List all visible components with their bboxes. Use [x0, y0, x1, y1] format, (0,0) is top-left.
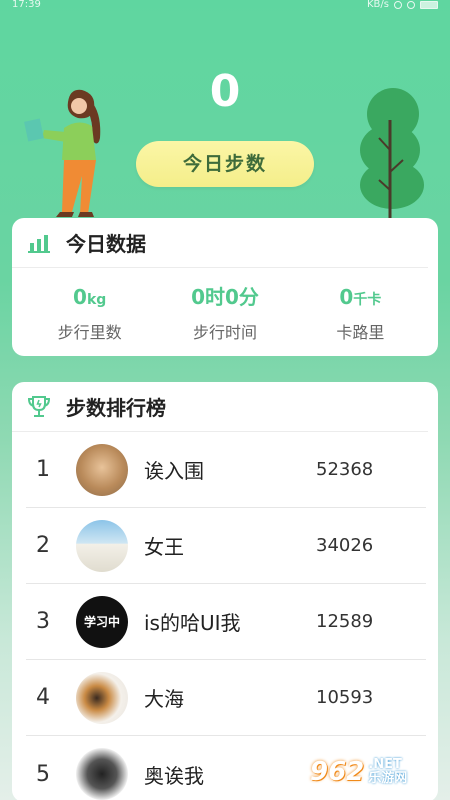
tree-illustration — [360, 88, 424, 225]
wifi-icon — [394, 1, 402, 9]
rank-number: 3 — [36, 609, 50, 634]
metric-calories-unit: 千卡 — [353, 292, 382, 308]
today-data-card: 今日数据 0kg 步行里数 0时0分 步行时间 0千卡 卡路里 — [12, 218, 438, 356]
user-name: 大海 — [144, 687, 184, 711]
step-total: 34026 — [316, 535, 374, 556]
metric-calories-label: 卡路里 — [336, 323, 385, 342]
step-total: 52368 — [316, 459, 374, 480]
step-total: 12589 — [316, 611, 374, 632]
leaderboard-row[interactable]: 1 诶入围 52368 — [26, 432, 426, 508]
rank-number: 5 — [36, 761, 50, 787]
metric-duration-value: 0时0分 — [191, 285, 259, 309]
avatar-text: 学习中 — [83, 615, 120, 629]
metric-calories: 0千卡 卡路里 — [293, 268, 428, 343]
user-name: 诶入围 — [144, 459, 204, 483]
metrics-row: 0kg 步行里数 0时0分 步行时间 0千卡 卡路里 — [12, 268, 438, 343]
site-watermark: 962 .NET 乐游网 — [310, 748, 446, 796]
rank-number: 4 — [36, 685, 50, 710]
today-data-title: 今日数据 — [66, 232, 146, 256]
watermark-number: 962 — [310, 757, 365, 787]
leaderboard-row[interactable]: 3 学习中 is的哈UI我 12589 — [26, 584, 426, 660]
avatar — [76, 519, 128, 572]
avatar — [76, 671, 128, 724]
watermark-suffix: .NET 乐游网 — [368, 758, 407, 786]
signal-icon — [407, 1, 415, 9]
metric-distance-value: 0 — [73, 285, 87, 309]
user-name: 女王 — [144, 535, 184, 559]
leaderboard-title: 步数排行榜 — [66, 396, 166, 420]
trophy-icon — [26, 394, 52, 420]
metric-distance-label: 步行里数 — [57, 323, 122, 342]
status-time: 17:39 — [12, 0, 41, 10]
watermark-site: 乐游网 — [368, 771, 408, 786]
leaderboard-card: 步数排行榜 1 诶入围 52368 2 女王 34026 3 学习中 is的哈U… — [12, 382, 438, 800]
leaderboard-row[interactable]: 4 大海 10593 — [26, 660, 426, 736]
status-icons: KB/s — [367, 0, 438, 10]
step-total: 10593 — [316, 687, 374, 708]
leaderboard-header: 步数排行榜 — [12, 382, 428, 432]
today-data-header: 今日数据 — [12, 218, 428, 268]
user-name: is的哈UI我 — [144, 611, 241, 635]
avatar: 学习中 — [76, 595, 128, 648]
battery-icon — [420, 1, 438, 9]
today-steps-button[interactable]: 今日步数 — [136, 141, 314, 187]
hero-section: 0 今日步数 — [0, 10, 450, 225]
metric-distance-unit: kg — [86, 292, 107, 308]
avatar — [76, 748, 128, 800]
metric-calories-value: 0 — [339, 285, 354, 309]
network-speed: KB/s — [367, 0, 389, 10]
avatar — [76, 443, 128, 496]
metric-duration: 0时0分 步行时间 — [157, 268, 292, 343]
rank-number: 2 — [36, 533, 50, 558]
status-bar: 17:39 KB/s — [0, 0, 450, 10]
metric-distance: 0kg 步行里数 — [22, 268, 157, 343]
metric-duration-label: 步行时间 — [192, 323, 257, 342]
rank-number: 1 — [36, 457, 50, 482]
bar-chart-icon — [26, 230, 52, 256]
watermark-net: .NET — [368, 757, 402, 772]
leaderboard-row[interactable]: 2 女王 34026 — [26, 508, 426, 584]
user-name: 奥诶我 — [144, 763, 204, 788]
